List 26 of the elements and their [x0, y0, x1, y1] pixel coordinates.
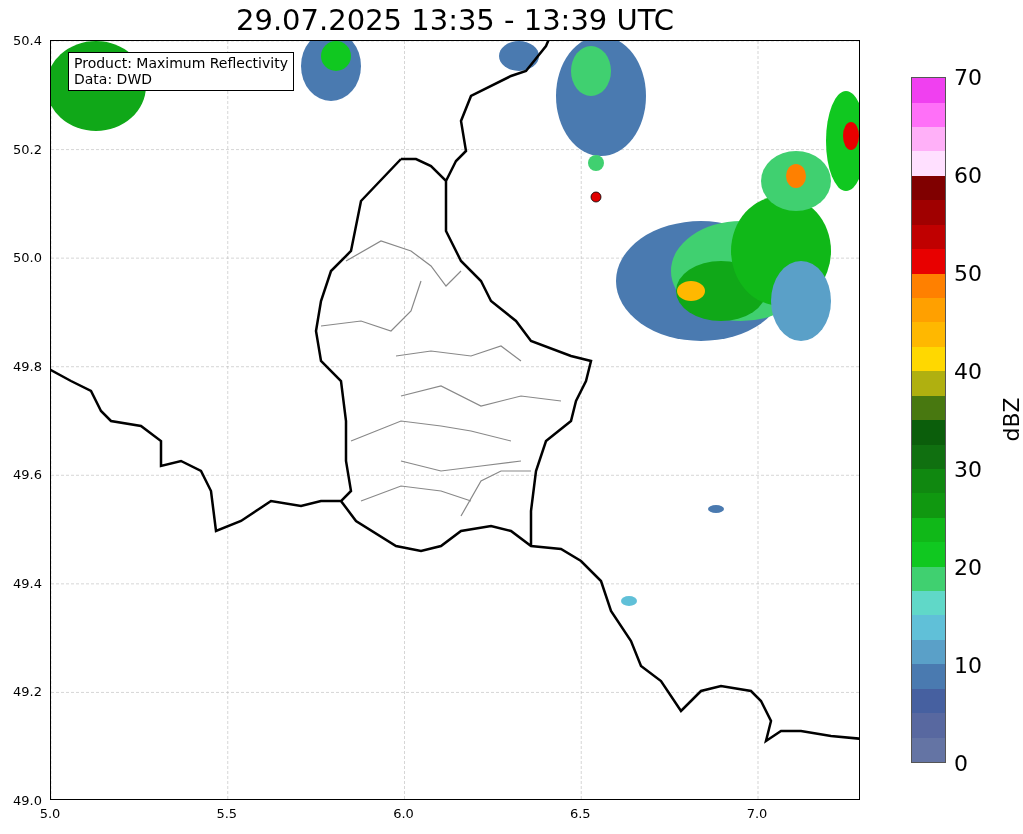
y-axis-tick-label: 50.4	[13, 32, 42, 48]
colorbar-tick-label: 40	[954, 358, 982, 384]
y-axis-tick-label: 49.8	[13, 358, 42, 374]
colorbar-label: dBZ	[998, 397, 1023, 442]
x-axis-tick-label: 5.0	[39, 806, 61, 821]
colorbar-tick-label: 10	[954, 652, 982, 678]
y-axis-tick-label: 50.2	[13, 141, 42, 157]
colorbar-tick-label: 30	[954, 456, 982, 482]
x-axis-tick-label: 7.0	[746, 806, 768, 821]
y-axis-tick-label: 50.0	[13, 249, 42, 265]
y-axis-tick-label: 49.2	[13, 683, 42, 699]
colorbar-tick-label: 20	[954, 554, 982, 580]
y-axis-tick-label: 49.0	[13, 792, 42, 808]
info-text: Product: Maximum Reflectivity	[74, 55, 288, 71]
location-marker-icon	[590, 191, 602, 203]
x-axis-tick-label: 5.5	[216, 806, 238, 821]
colorbar-tick-label: 0	[954, 750, 968, 776]
x-axis-tick-label: 6.5	[569, 806, 591, 821]
y-axis-tick-label: 49.6	[13, 466, 42, 482]
info-text: Data: DWD	[74, 71, 153, 87]
colorbar-tick-label: 70	[954, 64, 982, 90]
colorbar-tick-label: 60	[954, 162, 982, 188]
colorbar-tick-label: 50	[954, 260, 982, 286]
y-axis-tick-label: 49.4	[13, 575, 42, 591]
x-axis-tick-label: 6.0	[393, 806, 414, 821]
chart-title: 29.07.2025 13:35 - 13:39 UTC	[235, 3, 675, 37]
